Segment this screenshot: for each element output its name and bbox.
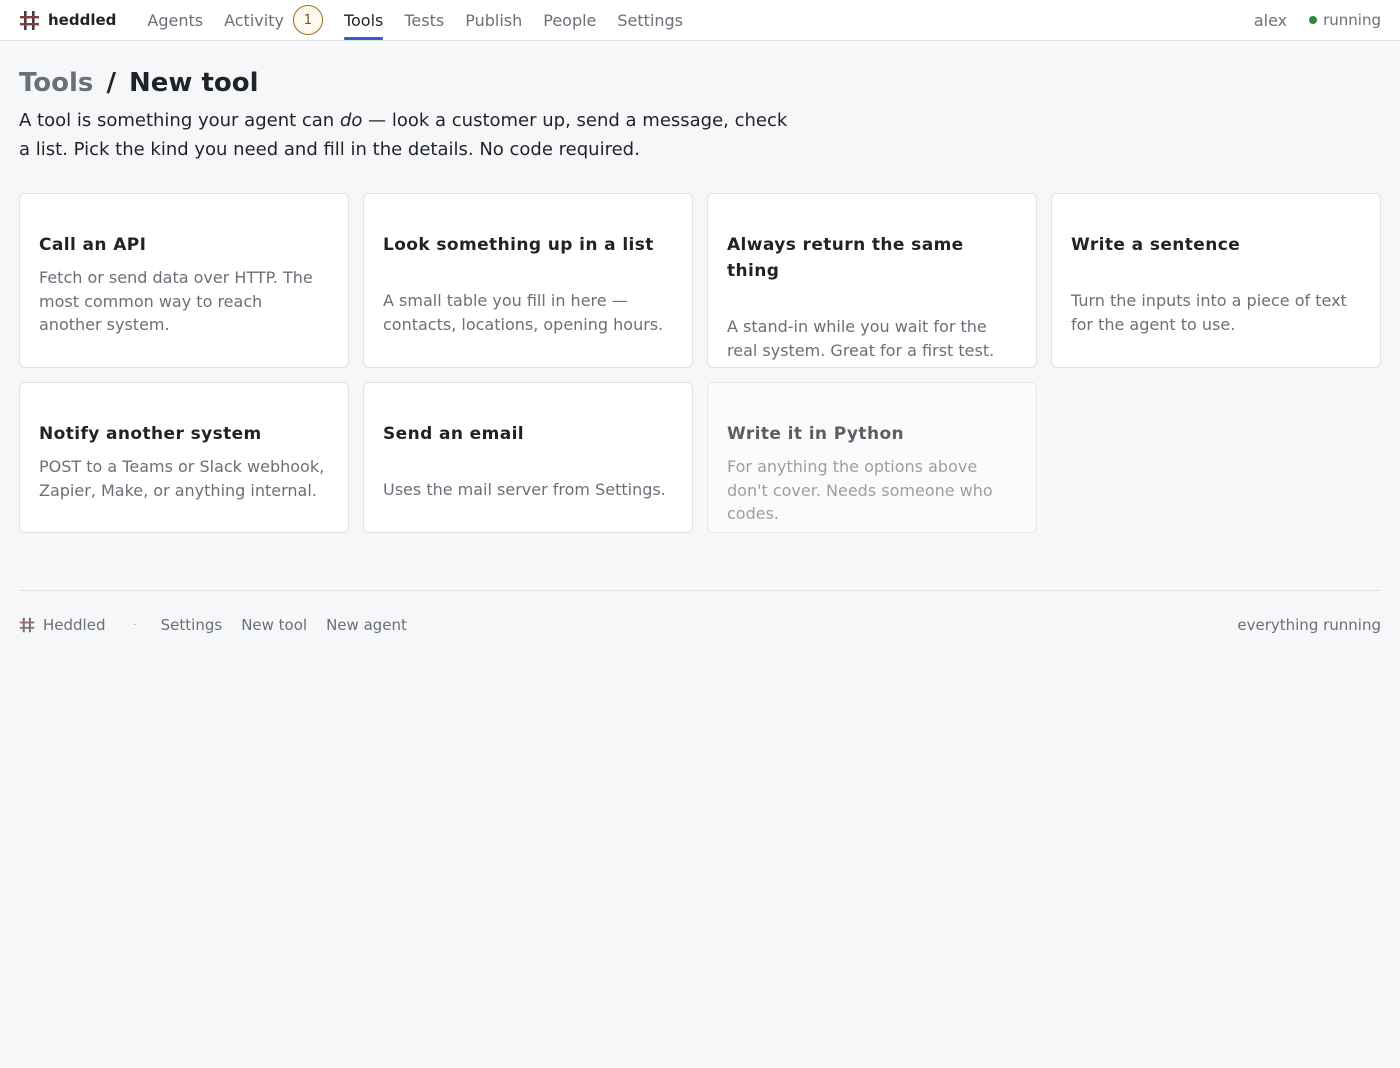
footer-link-new-tool[interactable]: New tool [241, 616, 307, 634]
card-description: Uses the mail server from Settings. [383, 480, 666, 499]
nav-item-agents[interactable]: Agents [147, 0, 203, 40]
footer-brand[interactable]: Heddled [19, 616, 105, 634]
card-title: Write it in Python [727, 424, 905, 444]
tool-type-card-static-return[interactable]: Always return the same thing A stand-in … [707, 193, 1037, 368]
breadcrumb-tools-link[interactable]: Tools [19, 68, 93, 98]
brand-logo-icon [19, 617, 35, 633]
nav-item-people[interactable]: People [543, 0, 596, 40]
tool-type-card-notify-system[interactable]: Notify another system POST to a Teams or… [19, 382, 349, 533]
tool-type-card-python[interactable]: Write it in Python For anything the opti… [707, 382, 1037, 533]
nav-label: Activity [224, 10, 284, 30]
activity-count-badge: 1 [292, 5, 323, 35]
nav-item-tools[interactable]: Tools [343, 0, 384, 40]
tool-type-card-send-email[interactable]: Send an email Uses the mail server from … [363, 382, 693, 533]
nav-label: Settings [617, 10, 684, 30]
main-nav: Agents Activity 1 Tools Tests Publish Pe… [147, 0, 704, 40]
card-title: Call an API [39, 235, 147, 255]
tool-type-card-write-sentence[interactable]: Write a sentence Turn the inputs into a … [1051, 193, 1381, 368]
card-description: POST to a Teams or Slack webhook, Zapier… [39, 457, 325, 500]
footer-status: everything running [1237, 616, 1381, 634]
topbar-right: alex running [1254, 0, 1381, 40]
card-title: Always return the same thing [727, 235, 964, 281]
system-status: running [1309, 11, 1381, 29]
card-description: Fetch or send data over HTTP. The most c… [39, 268, 313, 334]
tool-type-card-lookup-list[interactable]: Look something up in a list A small tabl… [363, 193, 693, 368]
nav-item-publish[interactable]: Publish [465, 0, 522, 40]
nav-item-settings[interactable]: Settings [617, 0, 683, 40]
card-description: Turn the inputs into a piece of text for… [1071, 291, 1347, 334]
footer-brand-name: Heddled [43, 616, 106, 634]
card-description: A stand-in while you wait for the real s… [727, 317, 995, 360]
nav-label: Tests [404, 10, 445, 30]
nav-label: Tools [343, 10, 384, 30]
page-title: New tool [129, 68, 259, 98]
card-title: Send an email [383, 424, 525, 444]
intro-emphasis: do [339, 110, 363, 131]
breadcrumb: Tools / New tool [19, 68, 1381, 98]
card-description: A small table you fill in here — contact… [383, 291, 664, 334]
status-dot-icon [1309, 16, 1318, 24]
tool-type-card-call-api[interactable]: Call an API Fetch or send data over HTTP… [19, 193, 349, 368]
nav-item-tests[interactable]: Tests [404, 0, 444, 40]
card-title: Write a sentence [1071, 235, 1241, 255]
nav-item-activity[interactable]: Activity 1 [224, 0, 323, 40]
footer-link-settings[interactable]: Settings [161, 616, 223, 634]
brand-logo-icon [20, 10, 39, 30]
tool-type-grid: Call an API Fetch or send data over HTTP… [19, 193, 1381, 533]
footer-link-new-agent[interactable]: New agent [326, 616, 407, 634]
top-navigation-bar: heddled Agents Activity 1 Tools Tests Pu… [0, 0, 1400, 41]
nav-label: Agents [147, 10, 204, 30]
card-description: For anything the options above don't cov… [727, 457, 993, 523]
brand[interactable]: heddled [19, 0, 116, 40]
footer-separator: · [133, 619, 137, 631]
intro-text: A tool is something your agent can [19, 110, 340, 131]
brand-name: heddled [48, 11, 117, 29]
card-title: Look something up in a list [383, 235, 654, 255]
page-intro: A tool is something your agent can do — … [19, 106, 799, 164]
nav-label: Publish [465, 10, 523, 30]
breadcrumb-separator: / [106, 68, 116, 98]
nav-label: People [543, 10, 597, 30]
card-title: Notify another system [39, 424, 262, 444]
page-footer: Heddled · Settings New tool New agent ev… [19, 590, 1381, 634]
status-text: running [1323, 11, 1381, 29]
user-menu[interactable]: alex [1254, 11, 1287, 30]
new-tool-page: Tools / New tool A tool is something you… [0, 41, 1400, 533]
